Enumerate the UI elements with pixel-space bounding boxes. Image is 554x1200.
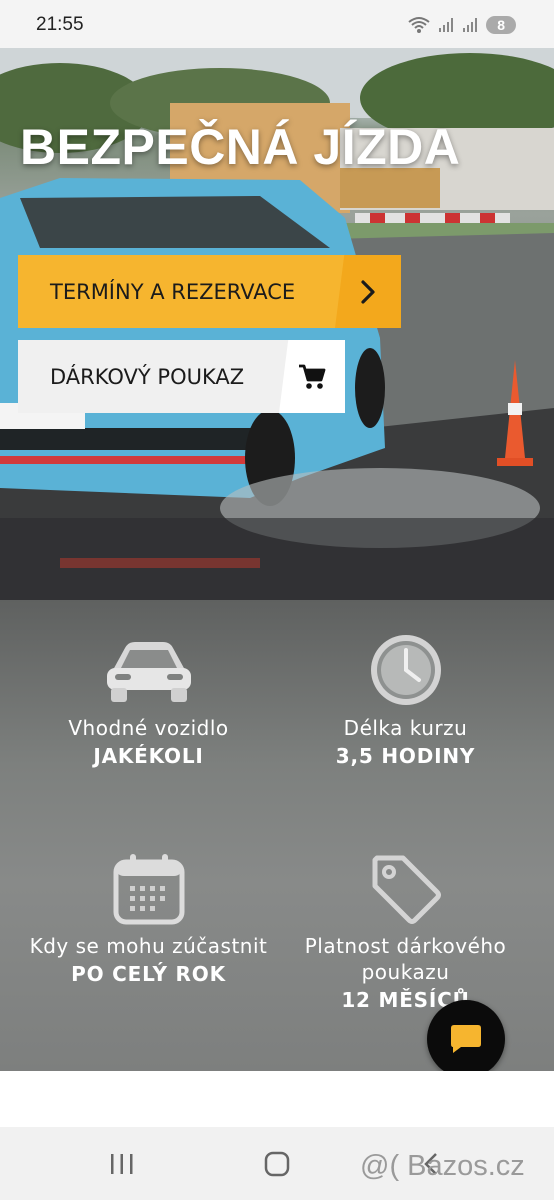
terms-reservation-label: TERMÍNY A REZERVACE (50, 279, 296, 304)
feature-vehicle: Vhodné vozidlo JAKÉKOLI (10, 632, 287, 768)
tag-icon (372, 855, 441, 924)
car-icon (106, 642, 191, 702)
recent-apps-button[interactable] (82, 1127, 162, 1200)
clock-icon (370, 635, 441, 705)
feature-duration-value: 3,5 HODINY (335, 744, 476, 768)
feature-vehicle-value: JAKÉKOLI (93, 744, 204, 768)
chevron-right-icon (335, 255, 401, 328)
chat-icon (451, 1025, 481, 1053)
system-nav-bar: @( Bazos.cz (0, 1127, 554, 1200)
feature-when-value: PO CELÝ ROK (71, 962, 226, 986)
hero-title: BEZPEČNÁ JÍZDA (20, 119, 461, 175)
home-button[interactable] (237, 1127, 317, 1200)
calendar-icon (113, 854, 184, 925)
hero-banner: BEZPEČNÁ JÍZDA TERMÍNY A REZERVACE DÁRKO… (0, 48, 554, 600)
feature-when-title: Kdy se mohu zúčastnit (29, 934, 268, 958)
status-icons: 8 (408, 16, 516, 34)
notification-badge: 8 (486, 16, 516, 34)
cart-icon (279, 340, 345, 413)
watermark: @( Bazos.cz (360, 1150, 525, 1182)
feature-validity: Platnost dárkového poukazu 12 MĚSÍCŮ (267, 852, 544, 1012)
signal-icon (439, 18, 454, 32)
gift-voucher-label: DÁRKOVÝ POUKAZ (50, 364, 245, 389)
chat-button[interactable] (427, 1000, 505, 1078)
recent-apps-icon (111, 1153, 133, 1174)
status-time: 21:55 (36, 14, 84, 35)
feature-validity-title-line2: poukazu (361, 960, 450, 984)
feature-duration-title: Délka kurzu (343, 716, 468, 740)
feature-vehicle-title: Vhodné vozidlo (68, 716, 229, 740)
wifi-icon (408, 17, 430, 33)
status-bar: 21:55 8 (0, 0, 554, 48)
page-bottom-area (0, 1071, 554, 1127)
gift-voucher-button[interactable]: DÁRKOVÝ POUKAZ (18, 340, 345, 413)
feature-validity-title-line1: Platnost dárkového (304, 934, 507, 958)
feature-duration: Délka kurzu 3,5 HODINY (267, 632, 544, 768)
feature-validity-value: 12 MĚSÍCŮ (341, 988, 470, 1012)
feature-when: Kdy se mohu zúčastnit PO CELÝ ROK (10, 852, 287, 986)
home-icon (264, 1151, 290, 1176)
signal-icon (463, 18, 478, 32)
terms-reservation-button[interactable]: TERMÍNY A REZERVACE (18, 255, 401, 328)
